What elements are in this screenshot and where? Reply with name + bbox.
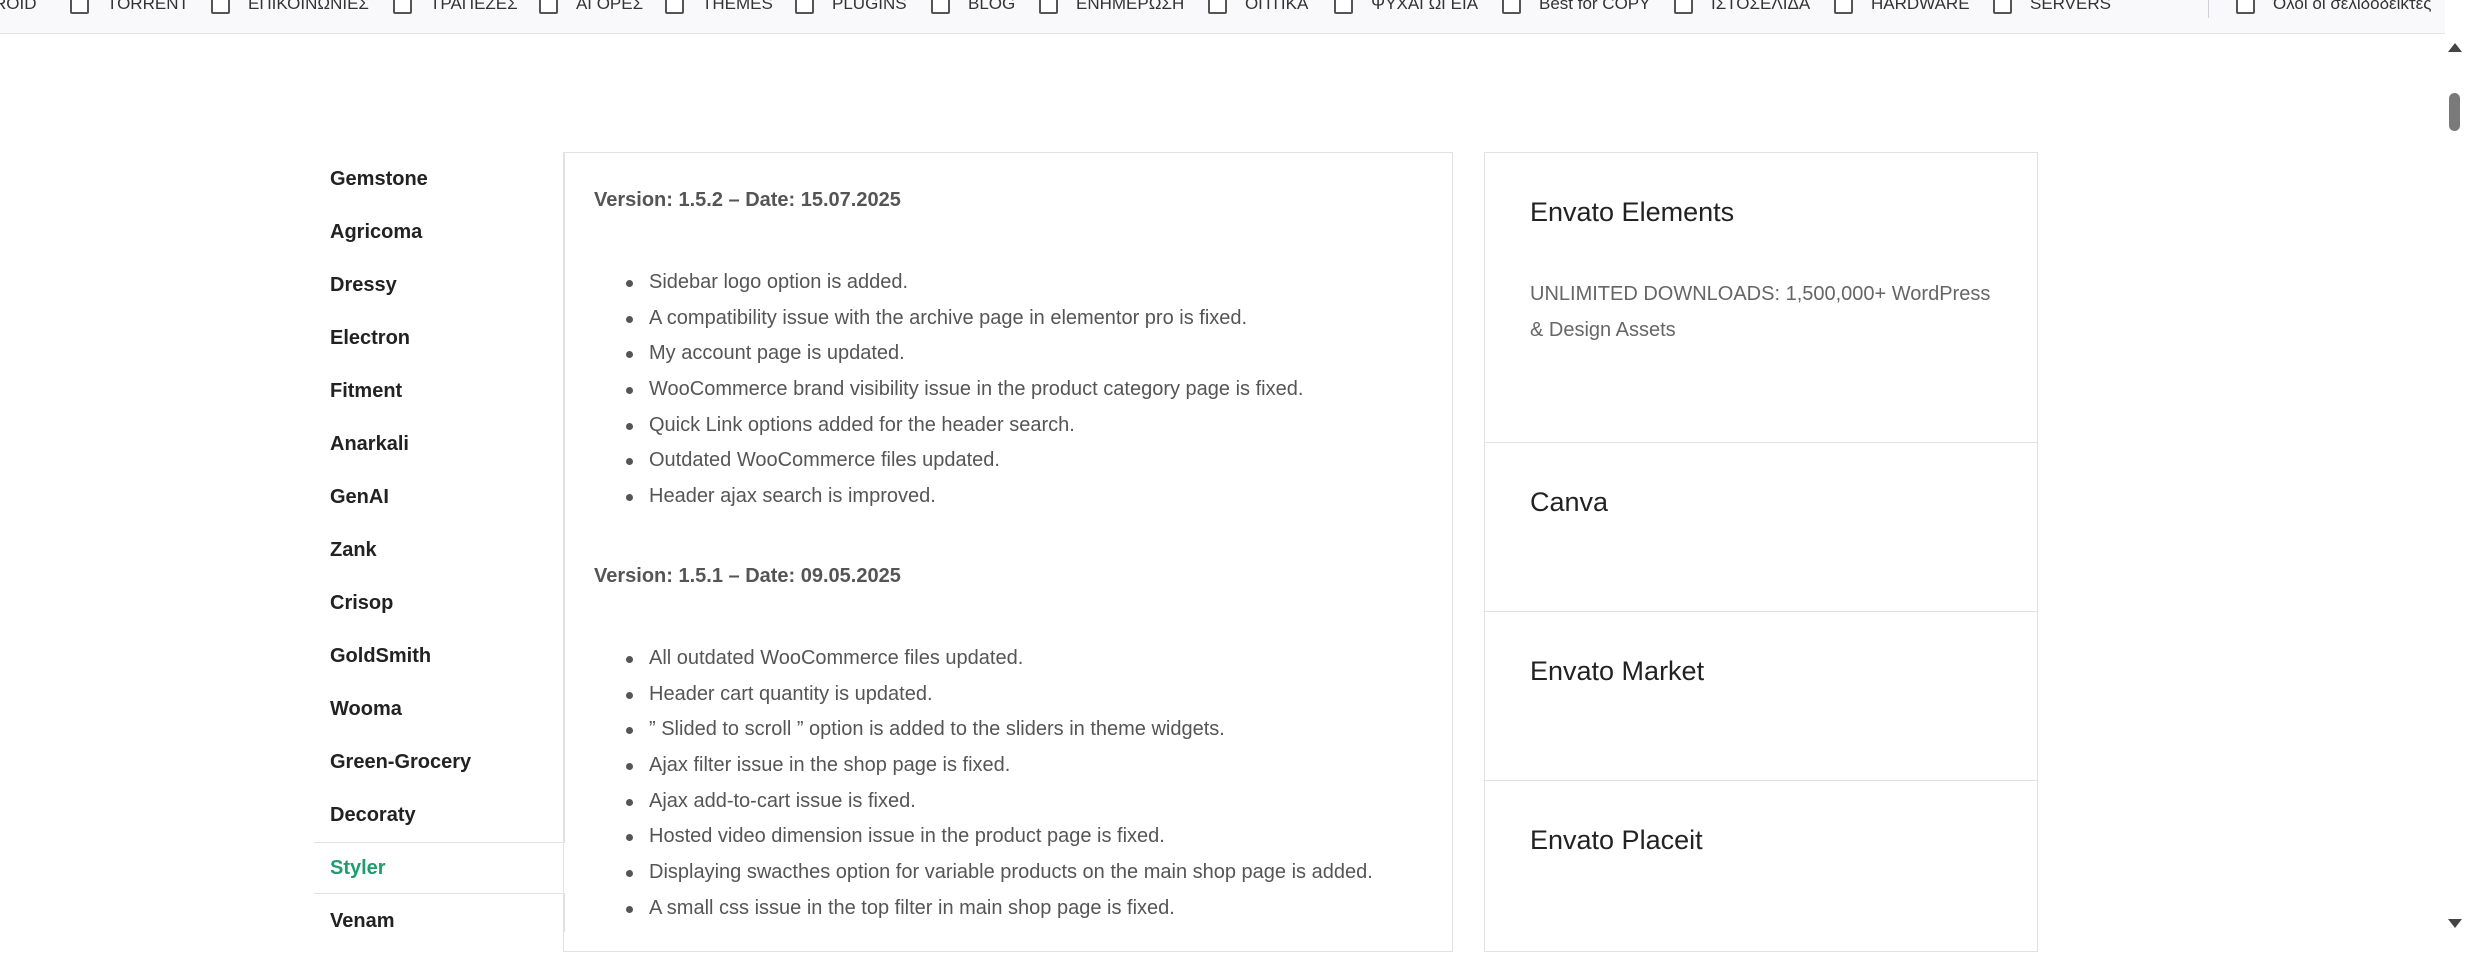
bookmark-entertainment[interactable]: ΨΥΧΑΓΩΓΕΙΑ — [1334, 0, 1478, 16]
theme-list: Gemstone Agricoma Dressy Electron Fitmen… — [314, 153, 565, 932]
folder-icon — [795, 0, 814, 14]
folder-icon — [1334, 0, 1353, 14]
bookmark-label: Όλοι οι σελιδοδείκτες — [2273, 0, 2432, 13]
card-envato-elements[interactable]: Envato Elements UNLIMITED DOWNLOADS: 1,5… — [1485, 153, 2037, 443]
resources-sidebar: Envato Elements UNLIMITED DOWNLOADS: 1,5… — [1484, 152, 2038, 952]
theme-link-zank[interactable]: Zank — [314, 524, 564, 576]
folder-icon — [1502, 0, 1521, 14]
change-item: Ajax filter issue in the shop page is fi… — [624, 748, 1373, 784]
change-item: Quick Link options added for the header … — [624, 408, 1303, 444]
bookmark-banks[interactable]: ΤΡΑΠΕΖΕΣ — [393, 0, 518, 16]
theme-link-agricoma[interactable]: Agricoma — [314, 206, 564, 258]
card-title[interactable]: Canva — [1530, 487, 1608, 518]
card-description: UNLIMITED DOWNLOADS: 1,500,000+ WordPres… — [1530, 283, 1991, 341]
change-item: My account page is updated. — [624, 336, 1303, 372]
theme-link-wooma[interactable]: Wooma — [314, 683, 564, 735]
change-item: Header cart quantity is updated. — [624, 677, 1373, 713]
bookmarks-divider — [2208, 0, 2209, 18]
bookmark-label: ΑΓΟΡΕΣ — [576, 0, 644, 13]
change-list: All outdated WooCommerce files updated. … — [624, 641, 1373, 927]
bookmark-label: ROID — [0, 0, 37, 13]
theme-link-crisop[interactable]: Crisop — [314, 577, 564, 629]
bookmark-communications[interactable]: ΕΠΙΚΟΙΝΩΝΙΕΣ — [211, 0, 369, 16]
folder-icon — [211, 0, 230, 14]
bookmark-label: HARDWARE — [1871, 0, 1970, 13]
card-title[interactable]: Envato Placeit — [1530, 825, 1703, 856]
folder-icon — [70, 0, 89, 14]
folder-icon — [2236, 0, 2255, 14]
scroll-thumb[interactable] — [2449, 93, 2460, 131]
bookmark-label: ΕΝΗΜΕΡΩΣΗ — [1076, 0, 1185, 13]
scroll-up-arrow-icon[interactable] — [2448, 43, 2462, 52]
theme-link-goldsmith[interactable]: GoldSmith — [314, 630, 564, 682]
change-item: A compatibility issue with the archive p… — [624, 301, 1303, 337]
bookmark-label: ΨΥΧΑΓΩΓΕΙΑ — [1371, 0, 1479, 13]
bookmark-label: ΤΡΑΠΕΖΕΣ — [430, 0, 518, 13]
change-item: A small css issue in the top filter in m… — [624, 891, 1373, 927]
change-item: Hosted video dimension issue in the prod… — [624, 819, 1373, 855]
card-title[interactable]: Envato Elements — [1530, 197, 1734, 228]
bookmark-website[interactable]: ΙΣΤΟΣΕΛΙΔΑ — [1674, 0, 1810, 16]
folder-icon — [665, 0, 684, 14]
bookmark-label: Best for COPY — [1539, 0, 1651, 13]
folder-icon — [539, 0, 558, 14]
bookmark-all-bookmarks[interactable]: Όλοι οι σελιδοδείκτες — [2236, 0, 2431, 16]
bookmark-label: TORRENT — [107, 0, 189, 13]
folder-icon — [1208, 0, 1227, 14]
bookmark-servers[interactable]: SERVERS — [1993, 0, 2111, 16]
change-item: All outdated WooCommerce files updated. — [624, 641, 1373, 677]
bookmark-label: SERVERS — [2030, 0, 2111, 13]
change-list: Sidebar logo option is added. A compatib… — [624, 265, 1303, 515]
page-scrollbar[interactable] — [2445, 33, 2465, 932]
theme-link-styler[interactable]: Styler — [314, 842, 565, 894]
bookmark-label: ΕΠΙΚΟΙΝΩΝΙΕΣ — [248, 0, 369, 13]
theme-link-gemstone[interactable]: Gemstone — [314, 153, 564, 205]
folder-icon — [1039, 0, 1058, 14]
folder-icon — [931, 0, 950, 14]
change-item: Outdated WooCommerce files updated. — [624, 443, 1303, 479]
bookmark-torrent[interactable]: TORRENT — [70, 0, 189, 16]
theme-link-anarkali[interactable]: Anarkali — [314, 418, 564, 470]
version-heading: Version: 1.5.1 – Date: 09.05.2025 — [594, 565, 901, 587]
card-title[interactable]: Envato Market — [1530, 656, 1704, 687]
theme-link-venam[interactable]: Venam — [314, 895, 564, 947]
card-envato-placeit[interactable]: Envato Placeit — [1485, 781, 2037, 953]
bookmark-android[interactable]: ROID — [0, 0, 37, 16]
theme-link-decoraty[interactable]: Decoraty — [314, 789, 564, 841]
change-item: WooCommerce brand visibility issue in th… — [624, 372, 1303, 408]
bookmark-label: BLOG — [968, 0, 1016, 13]
change-item: Header ajax search is improved. — [624, 479, 1303, 515]
folder-icon — [1674, 0, 1693, 14]
bookmark-themes[interactable]: THEMES — [665, 0, 773, 16]
folder-icon — [1993, 0, 2012, 14]
change-item: Displaying swacthes option for variable … — [624, 855, 1373, 891]
changelog-panel: Version: 1.5.2 – Date: 15.07.2025 Sideba… — [563, 152, 1453, 952]
change-item: ” Slided to scroll ” option is added to … — [624, 712, 1373, 748]
version-heading: Version: 1.5.2 – Date: 15.07.2025 — [594, 189, 901, 211]
bookmark-plugins[interactable]: PLUGINS — [795, 0, 907, 16]
change-item: Ajax add-to-cart issue is fixed. — [624, 784, 1373, 820]
bookmark-label: ΙΣΤΟΣΕΛΙΔΑ — [1711, 0, 1811, 13]
bookmark-optics[interactable]: ΟΠΤΙΚΑ — [1208, 0, 1308, 16]
bookmark-label: PLUGINS — [832, 0, 907, 13]
bookmark-label: ΟΠΤΙΚΑ — [1245, 0, 1309, 13]
folder-icon — [393, 0, 412, 14]
bookmark-hardware[interactable]: HARDWARE — [1834, 0, 1970, 16]
bookmarks-bar: ROID TORRENT ΕΠΙΚΟΙΝΩΝΙΕΣ ΤΡΑΠΕΖΕΣ ΑΓΟΡΕ… — [0, 0, 2445, 34]
theme-link-electron[interactable]: Electron — [314, 312, 564, 364]
card-canva[interactable]: Canva — [1485, 443, 2037, 612]
theme-link-fitment[interactable]: Fitment — [314, 365, 564, 417]
bookmark-news[interactable]: ΕΝΗΜΕΡΩΣΗ — [1039, 0, 1184, 16]
theme-link-genai[interactable]: GenAI — [314, 471, 564, 523]
card-envato-market[interactable]: Envato Market — [1485, 612, 2037, 781]
theme-link-green-grocery[interactable]: Green-Grocery — [314, 736, 564, 788]
bookmark-blog[interactable]: BLOG — [931, 0, 1015, 16]
theme-link-dressy[interactable]: Dressy — [314, 259, 564, 311]
bookmark-best-for-copy[interactable]: Best for COPY — [1502, 0, 1650, 16]
bookmark-shopping[interactable]: ΑΓΟΡΕΣ — [539, 0, 643, 16]
scroll-down-arrow-icon[interactable] — [2448, 919, 2462, 928]
bookmark-label: THEMES — [702, 0, 773, 13]
change-item: Sidebar logo option is added. — [624, 265, 1303, 301]
folder-icon — [1834, 0, 1853, 14]
